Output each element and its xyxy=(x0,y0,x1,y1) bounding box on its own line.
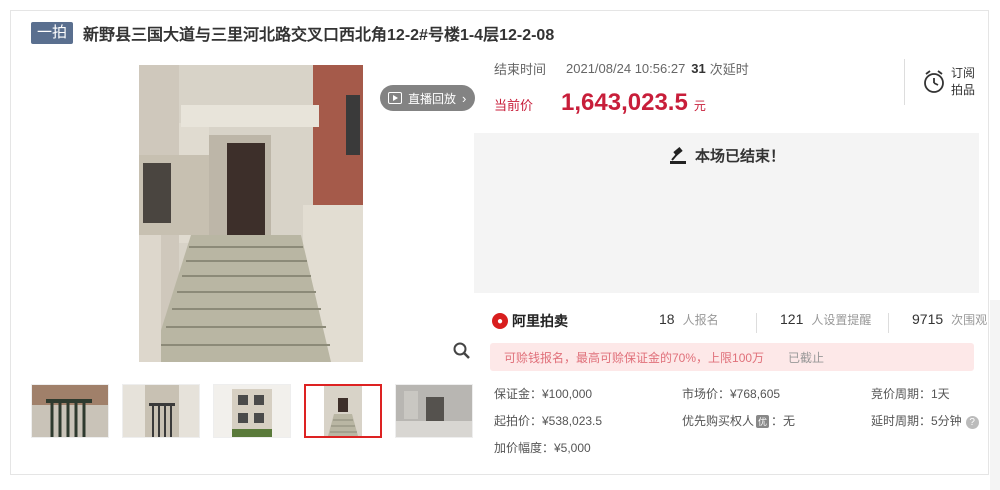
increment: 加价幅度：¥5,000 xyxy=(494,441,591,455)
auction-ended-panel: 本场已结束！ xyxy=(474,133,979,293)
delay-count: 31 xyxy=(691,61,706,76)
thumbnail-strip xyxy=(31,384,486,438)
ali-logo-icon: ● xyxy=(492,313,508,329)
subscribe-button[interactable]: 订阅 拍品 xyxy=(904,59,979,105)
current-price-value: 1,643,023.5 xyxy=(561,89,688,116)
start-price: 起拍价：¥538,023.5 xyxy=(494,414,603,428)
deposit: 保证金：¥100,000 xyxy=(494,387,593,401)
help-icon[interactable]: ? xyxy=(965,416,979,429)
subscribe-line-2: 拍品 xyxy=(951,83,976,97)
reminders-label: 人设置提醒 xyxy=(811,313,872,327)
live-replay-button[interactable]: 直播回放 › xyxy=(380,85,475,111)
reminders-stat: 121 人设置提醒 xyxy=(780,311,871,328)
thumbnail-3[interactable] xyxy=(213,384,291,438)
priority-buyer-value: ：无 xyxy=(771,414,796,428)
tv-icon xyxy=(388,92,402,104)
ali-logo-text: 阿里拍卖 xyxy=(512,313,568,329)
subscribe-label: 订阅 拍品 xyxy=(951,65,975,99)
chevron-right-icon: › xyxy=(462,90,467,106)
bid-period: 竞价周期：1天 xyxy=(871,387,950,401)
notice-text: 可赊钱报名，最高可赊保证金的70%，上限100万 xyxy=(504,350,765,365)
auction-ended-message: 本场已结束！ xyxy=(669,145,785,166)
title-row: 一拍 新野县三国大道与三里河北路交叉口西北角12-2#号楼1-4层12-2-08 xyxy=(31,21,554,45)
priority-buyer: 优先购买权人优：无 xyxy=(682,412,795,429)
auction-panel: 一拍 新野县三国大道与三里河北路交叉口西北角12-2#号楼1-4层12-2-08 xyxy=(10,10,989,475)
zoom-icon[interactable] xyxy=(452,341,472,361)
registrants-stat: 18 人报名 xyxy=(659,311,719,328)
priority-badge-icon: 优 xyxy=(756,415,770,428)
market-price: 市场价：¥768,605 xyxy=(682,387,781,401)
priority-buyer-label: 优先购买权人 xyxy=(682,414,755,428)
ended-text: 本场已结束！ xyxy=(695,148,786,165)
views-label: 次围观 xyxy=(951,313,988,327)
thumbnail-1[interactable] xyxy=(31,384,109,438)
views-stat: 9715 次围观 xyxy=(912,311,987,328)
credit-deposit-notice[interactable]: 可赊钱报名，最高可赊保证金的70%，上限100万 已截止 xyxy=(490,343,974,371)
replay-label: 直播回放 xyxy=(408,91,457,106)
end-time-value: 2021/08/24 10:56:27 xyxy=(566,61,686,76)
divider xyxy=(888,313,889,333)
delay-period: 延时周期：5分钟? xyxy=(871,412,979,429)
page-edge xyxy=(990,300,1000,490)
registrants-value: 18 xyxy=(659,311,675,327)
ali-auction-logo: ● 阿里拍卖 xyxy=(492,311,568,331)
delay-suffix: 次延时 xyxy=(709,62,749,77)
thumbnail-2[interactable] xyxy=(122,384,200,438)
end-time-row: 结束时间 2021/08/24 10:56:27 31 次延时 xyxy=(494,59,749,78)
reminders-value: 121 xyxy=(780,311,804,327)
currency-unit: 元 xyxy=(693,99,706,113)
stats-bar: ● 阿里拍卖 18 人报名 121 人设置提醒 9715 次围观 xyxy=(474,293,987,343)
delay-period-text: 延时周期：5分钟 xyxy=(871,414,962,428)
page-title: 新野县三国大道与三里河北路交叉口西北角12-2#号楼1-4层12-2-08 xyxy=(83,27,555,44)
gavel-icon xyxy=(670,146,686,164)
current-price-label: 当前价 xyxy=(494,98,534,113)
notice-status: 已截止 xyxy=(788,350,825,365)
end-time-label: 结束时间 xyxy=(494,62,547,77)
round-badge: 一拍 xyxy=(31,22,74,44)
alarm-clock-icon xyxy=(924,70,944,93)
divider xyxy=(756,313,757,333)
subscribe-line-1: 订阅 xyxy=(951,66,976,80)
current-price-row: 当前价 1,643,023.5 元 xyxy=(494,89,706,117)
thumbnail-5[interactable] xyxy=(395,384,473,438)
views-value: 9715 xyxy=(912,311,944,327)
registrants-label: 人报名 xyxy=(682,313,719,327)
thumbnail-4[interactable] xyxy=(304,384,382,438)
